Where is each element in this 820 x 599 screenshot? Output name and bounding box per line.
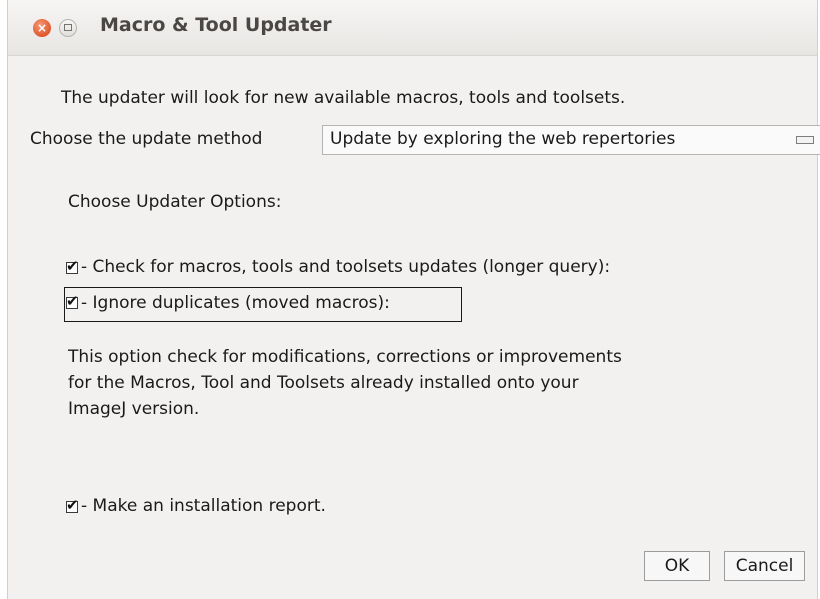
checkmark-icon: ✔ (66, 496, 79, 514)
update-method-value: Update by exploring the web repertories (330, 129, 676, 149)
window-title: Macro & Tool Updater (100, 14, 332, 36)
maximize-icon[interactable] (59, 19, 77, 37)
update-method-select[interactable]: Update by exploring the web repertories (322, 125, 820, 155)
dropdown-arrow-icon (796, 136, 814, 144)
dialog-window: × Macro & Tool Updater The updater will … (7, 0, 820, 599)
installation-report-label: - Make an installation report. (81, 496, 326, 516)
checkmark-icon: ✔ (66, 257, 79, 275)
ignore-duplicates-label: - Ignore duplicates (moved macros): (81, 293, 390, 313)
title-bar[interactable]: × Macro & Tool Updater (8, 0, 817, 56)
check-updates-checkbox[interactable]: ✔ (66, 257, 79, 275)
intro-text: The updater will look for new available … (61, 88, 626, 108)
ok-button[interactable]: OK (644, 551, 710, 581)
description-line-3: ImageJ version. (68, 399, 200, 419)
check-updates-label: - Check for macros, tools and toolsets u… (81, 257, 611, 277)
description-line-2: for the Macros, Tool and Toolsets alread… (68, 373, 579, 393)
update-method-label: Choose the update method (30, 129, 263, 149)
description-line-1: This option check for modifications, cor… (68, 347, 622, 367)
cancel-button[interactable]: Cancel (724, 551, 805, 581)
ignore-duplicates-checkbox[interactable]: ✔ (66, 292, 79, 310)
options-header: Choose Updater Options: (68, 192, 282, 212)
close-icon[interactable]: × (33, 19, 51, 37)
installation-report-checkbox[interactable]: ✔ (66, 496, 79, 514)
checkmark-icon: ✔ (66, 292, 79, 310)
